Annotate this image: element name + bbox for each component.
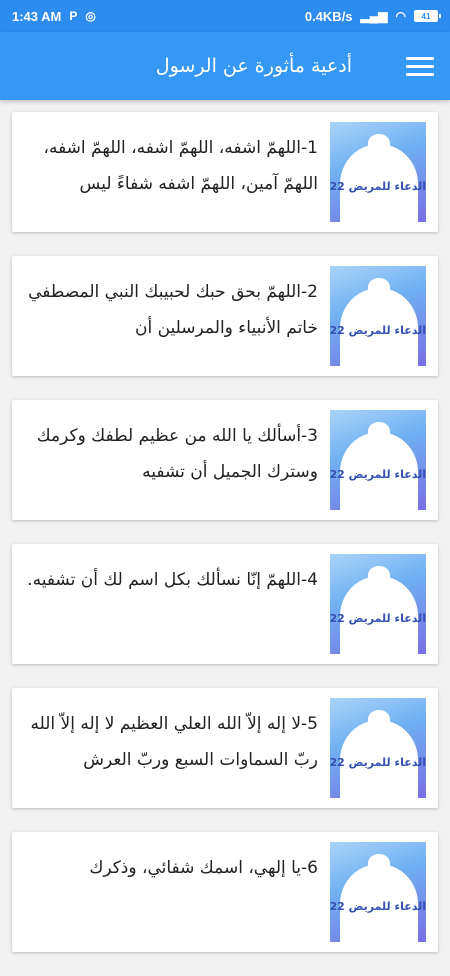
status-bar: 1:43 AM P ◎ 0.4KB/s ▂▄▆ ◠ 41 <box>0 0 450 32</box>
dua-list[interactable]: الدعاء للمريض 2022 1-اللهمّ اشفه، اللهمّ … <box>12 112 438 976</box>
menu-icon[interactable] <box>406 52 434 80</box>
dua-card[interactable]: الدعاء للمريض 2022 3-أسألك يا الله من عظي… <box>12 400 438 520</box>
thumbnail-label: الدعاء للمريض 2022 <box>330 612 426 625</box>
battery-level: 41 <box>421 11 431 21</box>
dua-thumbnail: الدعاء للمريض 2022 <box>330 122 426 222</box>
dua-text: 5-لا إله إلاّ الله العلي العظيم لا إله إ… <box>30 714 318 770</box>
dua-text: 2-اللهمّ بحق حبك لحبيبك النبي المصطفي خا… <box>28 282 318 338</box>
dua-text: 1-اللهمّ اشفه، اللهمّ اشفه، اللهمّ اشفه،… <box>43 138 318 194</box>
parking-icon: P <box>69 9 78 23</box>
battery-icon: 41 <box>414 10 441 22</box>
dua-card[interactable]: الدعاء للمريض 2022 5-لا إله إلاّ الله الع… <box>12 688 438 808</box>
app-title: أدعية مأثورة عن الرسول <box>155 55 352 77</box>
dua-thumbnail: الدعاء للمريض 2022 <box>330 698 426 798</box>
dua-thumbnail: الدعاء للمريض 2022 <box>330 554 426 654</box>
dua-thumbnail: الدعاء للمريض 2022 <box>330 266 426 366</box>
dua-thumbnail: الدعاء للمريض 2022 <box>330 842 426 942</box>
dua-card[interactable]: الدعاء للمريض 2022 6-يا إلهي، اسمك شفائي،… <box>12 832 438 952</box>
network-speed: 0.4KB/s <box>304 8 353 24</box>
wifi-icon: ◠ <box>395 9 406 23</box>
app-bar: أدعية مأثورة عن الرسول <box>0 32 450 100</box>
instagram-icon: ◎ <box>85 9 96 23</box>
thumbnail-label: الدعاء للمريض 2022 <box>330 324 426 337</box>
dua-text: 3-أسألك يا الله من عظيم لطفك وكرمك وسترك… <box>36 426 318 482</box>
status-bar-right: 0.4KB/s ▂▄▆ ◠ 41 <box>304 0 441 32</box>
dua-thumbnail: الدعاء للمريض 2022 <box>330 410 426 510</box>
dua-card[interactable]: الدعاء للمريض 2022 4-اللهمّ إنّا نسألك بك… <box>12 544 438 664</box>
signal-icon: ▂▄▆ <box>360 9 388 23</box>
thumbnail-label: الدعاء للمريض 2022 <box>330 180 426 193</box>
dua-card[interactable]: الدعاء للمريض 2022 2-اللهمّ بحق حبك لحبيب… <box>12 256 438 376</box>
dua-text: 6-يا إلهي، اسمك شفائي، وذكرك <box>89 858 318 878</box>
status-time: 1:43 AM <box>12 8 62 24</box>
thumbnail-label: الدعاء للمريض 2022 <box>330 468 426 481</box>
dua-card[interactable]: الدعاء للمريض 2022 1-اللهمّ اشفه، اللهمّ … <box>12 112 438 232</box>
dua-text: 4-اللهمّ إنّا نسألك بكل اسم لك أن تشفيه. <box>27 570 318 590</box>
thumbnail-label: الدعاء للمريض 2022 <box>330 756 426 769</box>
status-bar-left: 1:43 AM P ◎ <box>12 0 96 32</box>
thumbnail-label: الدعاء للمريض 2022 <box>330 900 426 913</box>
